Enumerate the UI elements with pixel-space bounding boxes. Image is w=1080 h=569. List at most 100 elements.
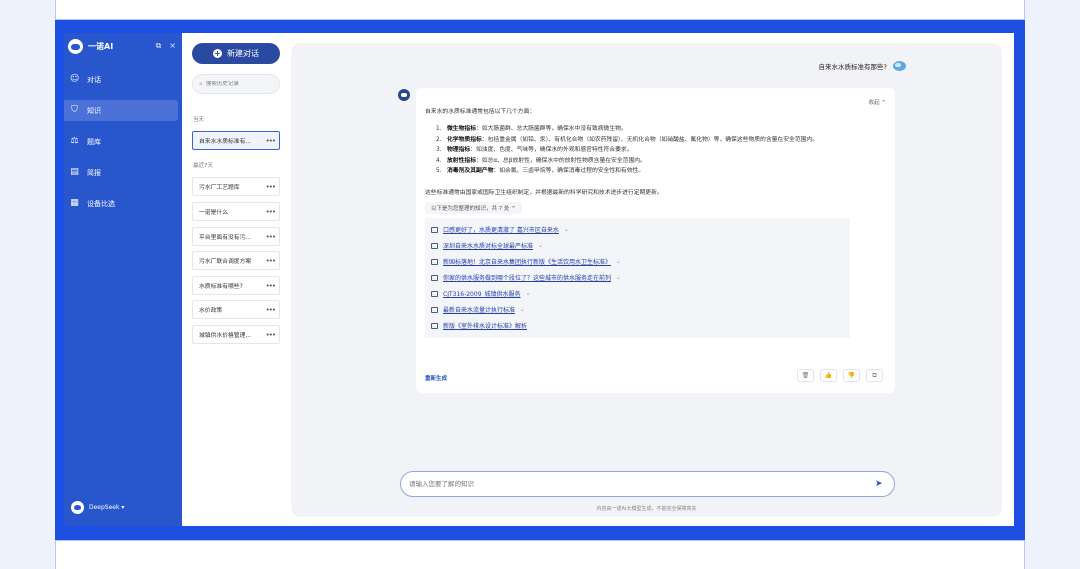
knowledge-refs-toggle[interactable]: 以下是为您整理的知识，共 7 处 ^ — [425, 201, 522, 214]
history-item[interactable]: 自来水水质标准有... ••• — [192, 131, 280, 150]
briefing-icon: ▤ — [70, 167, 79, 177]
document-icon — [431, 274, 438, 281]
history-item[interactable]: 一诺是什么 ••• — [192, 202, 280, 221]
copy-icon[interactable]: ⧉ — [866, 369, 883, 382]
history-item-title: 污水厂工艺题库 — [199, 185, 240, 191]
image-doc-icon — [431, 322, 438, 329]
delete-icon[interactable]: 🗑 — [797, 369, 814, 382]
more-icon[interactable]: ••• — [266, 306, 276, 314]
history-item-title: 一诺是什么 — [199, 210, 228, 216]
history-item-title: 水价政策 — [199, 308, 223, 314]
chat-input[interactable] — [409, 480, 875, 488]
bot-answer-card: 收起 ^ 自来水的水质标准通常包括以下几个方面： 1. 微生物指标：如大肠菌群、总… — [416, 88, 895, 393]
sidebar-item-knowledge[interactable]: ⛉ 知识 — [64, 100, 178, 121]
more-icon[interactable]: ••• — [266, 137, 276, 145]
thumbs-up-icon[interactable]: 👍 — [820, 369, 837, 382]
more-icon[interactable]: ••• — [266, 233, 276, 241]
reference-item: 深圳自来水水质对标全球最严标准 ⌄ — [431, 238, 844, 254]
document-icon — [431, 242, 438, 249]
history-item-title: 自来水水质标准有... — [199, 139, 251, 145]
answer-points: 1. 微生物指标：如大肠菌群、总大肠菌群等，确保水中没有致病微生物。 2. 化学物质… — [436, 124, 885, 177]
sidebar: 一诺AI ⧉ × ☺ 对话 ⛉ 知识 ⚖ 题库 ▤ 简报 ▦ 设备比选 Deep… — [64, 33, 182, 526]
app-window: 一诺AI ⧉ × ☺ 对话 ⛉ 知识 ⚖ 题库 ▤ 简报 ▦ 设备比选 Deep… — [64, 33, 1014, 526]
window-actions: ⧉ × — [156, 41, 176, 51]
history-item-title: 水质标准有哪些? — [199, 284, 243, 290]
history-item[interactable]: 水质标准有哪些? ••• — [192, 276, 280, 295]
answer-actions: 🗑 👍 👎 ⧉ — [797, 369, 883, 382]
history-search: ⌕ — [192, 74, 280, 94]
reference-item: 最新自来水流量计执行标准 ⌄ — [431, 302, 844, 318]
list-item: 4. 放射性指标：如总α、总β放射性，确保水中的放射性物质含量在安全范围内。 — [436, 157, 646, 164]
history-item[interactable]: 城镇供水价格管理... ••• — [192, 325, 280, 344]
sidebar-item-briefing[interactable]: ▤ 简报 — [64, 162, 178, 183]
history-item[interactable]: 污水厂工艺题库 ••• — [192, 177, 280, 196]
group-label-today: 当天 — [193, 117, 205, 123]
reference-link[interactable]: 深圳自来水水质对标全球最严标准 — [443, 241, 533, 250]
chevron-down-icon[interactable]: ⌄ — [616, 274, 621, 281]
popout-icon[interactable]: ⧉ — [156, 41, 162, 51]
reference-link[interactable]: CJT316-2009_城镇供水服务 — [443, 289, 521, 298]
document-icon — [431, 226, 438, 233]
deepseek-icon — [71, 501, 84, 514]
group-label-week: 最近7天 — [193, 163, 213, 169]
chevron-down-icon[interactable]: ⌄ — [616, 258, 621, 265]
reference-link[interactable]: 新版《室外排水设计标准》解析 — [443, 321, 527, 330]
list-item: 2. 化学物质指标：包括重金属（如铅、汞）、有机化合物（如农药残留）、无机化合物（… — [436, 136, 819, 143]
pdf-icon — [431, 290, 438, 297]
user-avatar-icon — [893, 61, 906, 71]
more-icon[interactable]: ••• — [266, 208, 276, 216]
knowledge-refs: 口感更好了，水质更清澈了 嘉兴市区自来水 ⌄ 深圳自来水水质对标全球最严标准 ⌄ 新… — [425, 217, 850, 338]
history-item[interactable]: 污水厂联合调度方案 ••• — [192, 251, 280, 270]
reference-link[interactable]: 口感更好了，水质更清澈了 嘉兴市区自来水 — [443, 225, 559, 234]
new-chat-label: 新建对话 — [227, 49, 259, 58]
more-icon[interactable]: ••• — [266, 183, 276, 191]
model-selector[interactable]: DeepSeek ▾ — [71, 501, 124, 514]
more-icon[interactable]: ••• — [266, 257, 276, 265]
app-logo-icon — [68, 39, 83, 54]
chevron-down-icon[interactable]: ⌄ — [520, 306, 525, 313]
reference-item: CJT316-2009_城镇供水服务 ⌄ — [431, 286, 844, 302]
sidebar-item-chat[interactable]: ☺ 对话 — [64, 69, 178, 90]
list-item: 1. 微生物指标：如大肠菌群、总大肠菌群等，确保水中没有致病微生物。 — [436, 126, 627, 132]
user-question: 自来水水质标准有那些? — [818, 63, 887, 71]
bot-avatar-icon — [398, 89, 410, 101]
bottom-card — [55, 540, 1025, 569]
chevron-down-icon[interactable]: ⌄ — [538, 242, 543, 249]
reference-link[interactable]: 你家的供水服务做到哪个段位了？这些城市的供水服务走在前列 — [443, 273, 611, 282]
new-chat-button[interactable]: + 新建对话 — [192, 43, 280, 64]
history-item-title: 污水厂联合调度方案 — [199, 259, 252, 265]
sidebar-item-label: 简报 — [87, 168, 101, 177]
sidebar-nav: ☺ 对话 ⛉ 知识 ⚖ 题库 ▤ 简报 ▦ 设备比选 — [64, 69, 182, 224]
more-icon[interactable]: ••• — [266, 331, 276, 339]
reference-item: 新国标落地！北京自来水集团执行新版《生活饮用水卫生标准》 ⌄ — [431, 254, 844, 270]
question-bank-icon: ⚖ — [70, 136, 79, 146]
history-panel: + 新建对话 ⌕ 当天 自来水水质标准有... ••• 最近7天 污水厂工艺题库… — [182, 33, 290, 526]
sidebar-item-label: 知识 — [87, 106, 101, 115]
sidebar-item-device-compare[interactable]: ▦ 设备比选 — [64, 193, 178, 214]
reference-item: 新版《室外排水设计标准》解析 — [431, 318, 844, 334]
chevron-down-icon[interactable]: ⌄ — [526, 290, 531, 297]
history-item[interactable]: 水价政策 ••• — [192, 300, 280, 319]
reference-link[interactable]: 最新自来水流量计执行标准 — [443, 305, 515, 314]
more-icon[interactable]: ••• — [266, 282, 276, 290]
sidebar-item-question-bank[interactable]: ⚖ 题库 — [64, 131, 178, 152]
sidebar-item-label: 对话 — [87, 75, 101, 84]
search-icon: ⌕ — [199, 79, 203, 88]
history-search-input[interactable] — [205, 81, 276, 87]
collapse-button[interactable]: 收起 ^ — [869, 98, 886, 106]
reference-link[interactable]: 新国标落地！北京自来水集团执行新版《生活饮用水卫生标准》 — [443, 257, 611, 266]
close-icon[interactable]: × — [169, 41, 176, 51]
history-item-title: 平台里面有没有污... — [199, 235, 251, 241]
brand: 一诺AI — [68, 39, 113, 54]
history-item[interactable]: 平台里面有没有污... ••• — [192, 227, 280, 246]
thumbs-down-icon[interactable]: 👎 — [843, 369, 860, 382]
reference-item: 口感更好了，水质更清澈了 嘉兴市区自来水 ⌄ — [431, 222, 844, 238]
regenerate-button[interactable]: 重新生成 — [425, 374, 447, 382]
chevron-down-icon[interactable]: ⌄ — [564, 226, 569, 233]
document-icon — [431, 258, 438, 265]
sidebar-item-label: 题库 — [87, 137, 101, 146]
user-message: 自来水水质标准有那些? — [819, 61, 906, 71]
top-card — [55, 0, 1025, 20]
send-icon[interactable]: ➤ — [875, 479, 886, 489]
sidebar-item-label: 设备比选 — [87, 199, 115, 208]
